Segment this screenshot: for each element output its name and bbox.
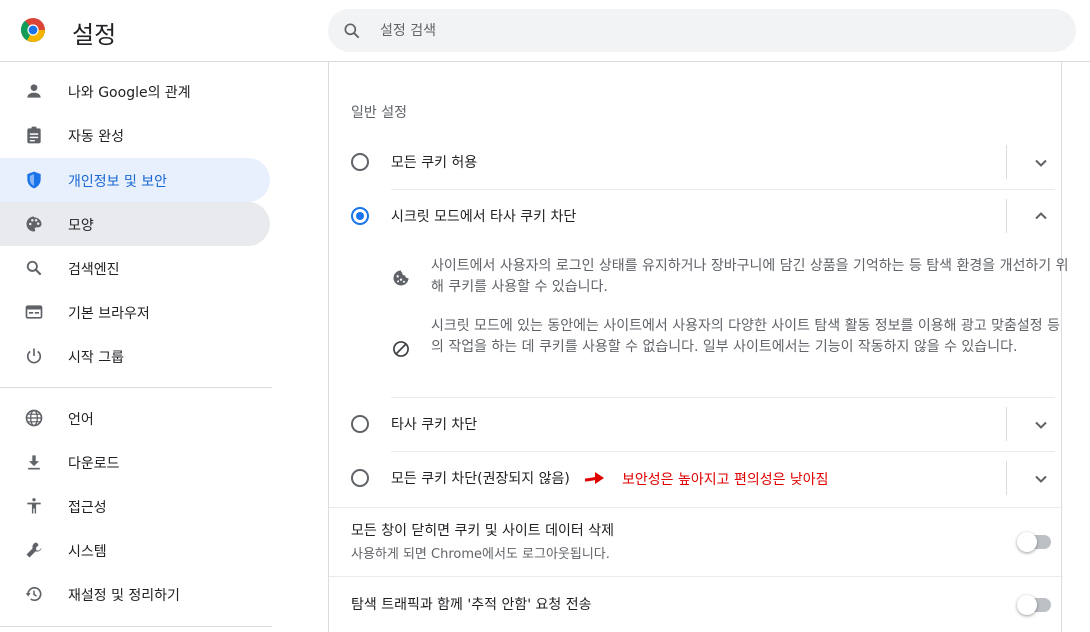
clipboard-icon <box>27 126 41 144</box>
option-label: 타사 쿠키 차단 <box>391 417 478 433</box>
sidebar-item-on-startup[interactable]: 시작 그룹 <box>0 334 270 378</box>
sidebar-item-search-engine[interactable]: 검색엔진 <box>0 246 270 290</box>
toggle-title-clear-on-exit: 모든 창이 닫히면 쿠키 및 사이트 데이터 삭제 <box>351 523 614 539</box>
chevron-down-icon[interactable] <box>1033 155 1049 171</box>
toggle-do-not-track[interactable] <box>1017 595 1053 615</box>
page-title: 설정 <box>72 21 117 49</box>
sidebar-item-label: 기본 브라우저 <box>68 306 150 322</box>
sidebar-item-reset[interactable]: 재설정 및 정리하기 <box>0 572 270 616</box>
search-icon <box>26 260 42 276</box>
sidebar-item-system[interactable]: 시스템 <box>0 528 270 572</box>
palette-icon <box>26 216 42 232</box>
sidebar-item-appearance[interactable]: 모양 <box>0 202 270 246</box>
sidebar-item-label: 모양 <box>68 218 94 234</box>
radio-block-all[interactable] <box>351 469 369 487</box>
restore-icon <box>25 586 42 602</box>
accessibility-icon <box>27 498 41 514</box>
divider <box>1006 407 1007 441</box>
sidebar-item-languages[interactable]: 언어 <box>0 396 270 440</box>
cookie-option-block-incognito[interactable]: 시크릿 모드에서 타사 쿠키 차단 <box>343 194 1055 238</box>
section-title: 일반 설정 <box>351 105 407 121</box>
annotation-text: 보안성은 높아지고 편의성은 낮아짐 <box>622 472 829 488</box>
browser-icon <box>25 305 43 319</box>
download-icon <box>28 455 40 470</box>
divider <box>1006 461 1007 495</box>
radio-block-third-party[interactable] <box>351 415 369 433</box>
option-label: 모든 쿠키 허용 <box>391 155 478 171</box>
shield-icon <box>27 171 41 189</box>
sidebar-item-label: 자동 완성 <box>68 129 124 145</box>
divider <box>391 189 1055 190</box>
toggle-title-do-not-track: 탐색 트래픽과 함께 '추적 안함' 요청 전송 <box>351 597 592 613</box>
divider <box>391 397 1055 398</box>
header: 설정 <box>0 0 1090 62</box>
sidebar-item-label: 검색엔진 <box>68 262 120 278</box>
detail-text-block: 시크릿 모드에 있는 동안에는 사이트에서 사용자의 다양한 사이트 탐색 활동… <box>431 318 1061 355</box>
sidebar-item-label: 시작 그룹 <box>68 350 124 366</box>
sidebar-item-label: 다운로드 <box>68 456 120 472</box>
sidebar-item-you-and-google[interactable]: 나와 Google의 관계 <box>0 69 270 113</box>
toggle-clear-on-exit[interactable] <box>1017 532 1053 552</box>
sidebar-item-label: 접근성 <box>68 500 107 516</box>
sidebar-divider <box>0 387 272 388</box>
sidebar-item-label: 개인정보 및 보안 <box>68 174 168 190</box>
cookie-icon <box>393 270 409 286</box>
toggle-knob <box>1017 595 1037 615</box>
power-icon <box>26 348 42 364</box>
search-bar[interactable] <box>328 9 1076 52</box>
chevron-down-icon[interactable] <box>1033 417 1049 433</box>
globe-icon <box>25 409 43 427</box>
sidebar-item-label: 시스템 <box>68 544 107 560</box>
sidebar-item-label: 언어 <box>68 412 94 428</box>
divider <box>329 576 1063 577</box>
sidebar-item-accessibility[interactable]: 접근성 <box>0 484 270 528</box>
cookie-option-allow-all[interactable]: 모든 쿠키 허용 <box>343 140 1055 184</box>
person-icon <box>27 84 41 98</box>
cookie-settings-card: 일반 설정 모든 쿠키 허용 시크릿 모드에서 타사 쿠키 차단 사이트에서 사… <box>328 62 1068 632</box>
block-icon <box>393 341 409 357</box>
sidebar: 나와 Google의 관계 자동 완성 개인정보 및 보안 모양 검색엔진 기본… <box>0 62 272 632</box>
option-label: 모든 쿠키 차단(권장되지 않음) <box>391 471 570 487</box>
toggle-knob <box>1017 532 1037 552</box>
radio-block-incognito[interactable] <box>351 207 369 225</box>
detail-text-cookie: 사이트에서 사용자의 로그인 상태를 유지하거나 장바구니에 담긴 상품을 기억… <box>431 258 1069 295</box>
sidebar-divider <box>0 626 272 627</box>
red-arrow-icon <box>585 472 604 484</box>
sidebar-item-label: 재설정 및 정리하기 <box>68 588 180 604</box>
chevron-up-icon[interactable] <box>1033 208 1049 224</box>
search-input[interactable] <box>380 9 1040 52</box>
sidebar-item-privacy-security[interactable]: 개인정보 및 보안 <box>0 158 270 202</box>
chevron-down-icon[interactable] <box>1033 471 1049 487</box>
sidebar-item-downloads[interactable]: 다운로드 <box>0 440 270 484</box>
sidebar-item-label: 나와 Google의 관계 <box>68 85 191 101</box>
divider <box>1006 199 1007 233</box>
divider <box>391 451 1055 452</box>
option-label: 시크릿 모드에서 타사 쿠키 차단 <box>391 209 577 225</box>
toggle-subtitle-clear-on-exit: 사용하게 되면 Chrome에서도 로그아웃됩니다. <box>351 547 610 562</box>
sidebar-item-default-browser[interactable]: 기본 브라우저 <box>0 290 270 334</box>
radio-allow-all[interactable] <box>351 153 369 171</box>
divider <box>1006 145 1007 179</box>
cookie-option-block-third-party[interactable]: 타사 쿠키 차단 <box>343 402 1055 446</box>
wrench-icon <box>26 542 42 558</box>
divider <box>329 507 1063 508</box>
sidebar-item-autofill[interactable]: 자동 완성 <box>0 113 270 157</box>
chrome-logo-icon <box>20 18 45 43</box>
search-icon <box>344 23 360 39</box>
